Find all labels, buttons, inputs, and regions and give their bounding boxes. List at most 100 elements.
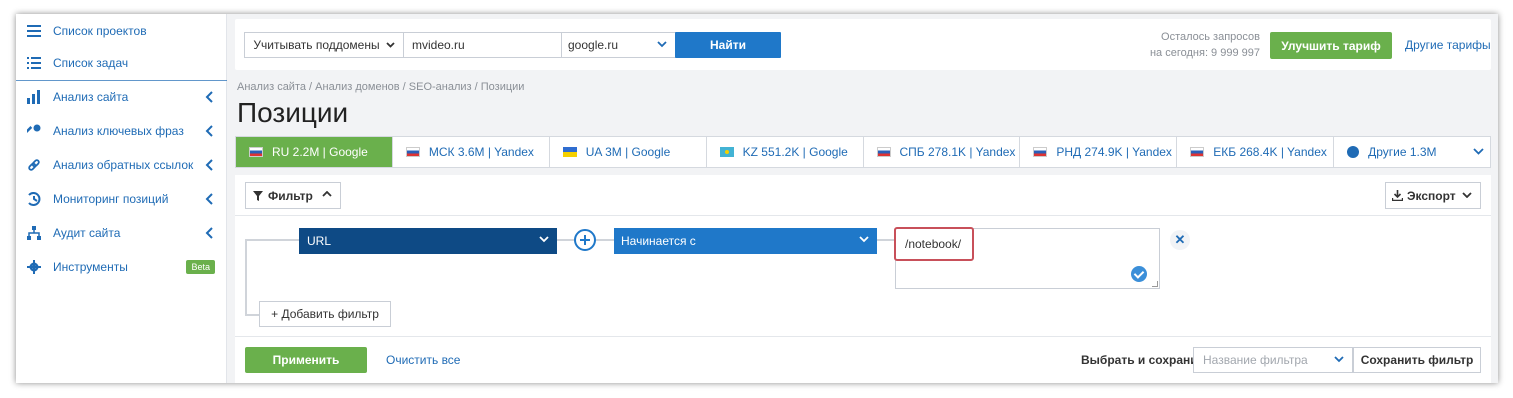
gear-icon xyxy=(26,259,42,275)
tab-rnd-yandex[interactable]: РНД 274.9K | Yandex xyxy=(1020,137,1178,167)
resize-handle[interactable] xyxy=(1152,281,1158,287)
tab-label: ЕКБ 268.4K | Yandex xyxy=(1213,145,1327,159)
filter-value-text: /notebook/ xyxy=(905,237,962,251)
sidebar-item-site-analysis[interactable]: Анализ сайта xyxy=(16,80,227,114)
connector-line xyxy=(596,239,614,241)
link-icon xyxy=(26,157,42,173)
chart-icon xyxy=(26,89,42,105)
sidebar: Список проектов Список задач Анализ сайт… xyxy=(16,14,227,383)
upgrade-plan-button[interactable]: Улучшить тариф xyxy=(1270,32,1392,59)
filter-field-select[interactable]: URL xyxy=(299,228,557,254)
russia-flag-icon xyxy=(1033,147,1048,157)
tab-label: KZ 551.2K | Google xyxy=(742,145,848,159)
globe-icon xyxy=(1347,146,1360,158)
search-engine-select[interactable]: google.ru xyxy=(561,32,676,58)
tab-label: РНД 274.9K | Yandex xyxy=(1056,145,1172,159)
sidebar-item-label: Анализ сайта xyxy=(53,90,129,104)
find-button[interactable]: Найти xyxy=(675,32,781,58)
subdomains-dropdown[interactable]: Учитывать поддомены xyxy=(244,32,404,58)
sidebar-item-tasks[interactable]: Список задач xyxy=(16,46,227,80)
sidebar-item-label: Аудит сайта xyxy=(53,226,121,240)
tab-ekb-yandex[interactable]: ЕКБ 268.4K | Yandex xyxy=(1177,137,1335,167)
funnel-icon xyxy=(253,190,263,201)
filter-operator-value: Начинается с xyxy=(621,234,696,248)
chevron-down-icon xyxy=(859,236,869,243)
chevron-left-icon xyxy=(205,91,213,103)
clear-all-link[interactable]: Очистить все xyxy=(386,353,460,367)
russia-flag-icon xyxy=(876,147,891,157)
chevron-up-icon xyxy=(322,191,332,197)
subdomains-label: Учитывать поддомены xyxy=(253,38,380,52)
requests-quota: Осталось запросов на сегодня: 9 999 997 xyxy=(1140,29,1260,61)
key-icon xyxy=(26,123,42,139)
sidebar-item-label: Анализ обратных ссылок xyxy=(53,158,194,172)
sitemap-icon xyxy=(26,225,42,241)
chevron-down-icon xyxy=(1462,192,1472,198)
chevron-left-icon xyxy=(205,193,213,205)
domain-input[interactable]: mvideo.ru xyxy=(403,32,562,58)
tab-spb-yandex[interactable]: СПБ 278.1K | Yandex xyxy=(864,137,1021,167)
sidebar-item-label: Инструменты xyxy=(53,260,128,274)
chevron-left-icon xyxy=(205,227,213,239)
sidebar-item-audit[interactable]: Аудит сайта xyxy=(16,216,227,250)
other-tariffs-link[interactable]: Другие тарифы xyxy=(1405,38,1491,52)
russia-flag-icon xyxy=(1190,147,1205,157)
export-button[interactable]: Экспорт xyxy=(1385,182,1481,209)
tab-label: Другие 1.3M xyxy=(1368,145,1437,159)
search-bar: Учитывать поддомены mvideo.ru google.ru … xyxy=(235,19,1491,70)
save-filter-button[interactable]: Сохранить фильтр xyxy=(1353,347,1481,373)
sidebar-item-keywords[interactable]: Анализ ключевых фраз xyxy=(16,114,227,148)
close-icon[interactable]: ✕ xyxy=(1170,230,1190,250)
tab-label: СПБ 278.1K | Yandex xyxy=(899,145,1016,159)
chevron-left-icon xyxy=(205,125,213,137)
region-tabs: RU 2.2M | Google МСК 3.6M | Yandex UA 3M… xyxy=(235,136,1491,168)
russia-flag-icon xyxy=(405,147,420,157)
apply-button[interactable]: Применить xyxy=(245,347,367,373)
sidebar-item-label: Список задач xyxy=(53,56,129,70)
chevron-left-icon xyxy=(205,159,213,171)
filter-field-value: URL xyxy=(307,234,332,248)
kazakhstan-flag-icon xyxy=(719,147,734,157)
filter-panel: Фильтр Экспорт URL Начинается с /noteboo… xyxy=(235,175,1491,383)
monitor-icon xyxy=(26,191,42,207)
sidebar-item-projects[interactable]: Список проектов xyxy=(16,14,227,48)
tab-ru-google[interactable]: RU 2.2M | Google xyxy=(236,137,393,167)
filter-name-select[interactable]: Название фильтра xyxy=(1193,347,1353,373)
tab-label: RU 2.2M | Google xyxy=(272,145,368,159)
tab-label: МСК 3.6M | Yandex xyxy=(428,145,534,159)
chevron-down-icon xyxy=(1473,148,1484,155)
filter-tree-line xyxy=(245,239,247,316)
tab-msk-yandex[interactable]: МСК 3.6M | Yandex xyxy=(393,137,550,167)
app-frame: Список проектов Список задач Анализ сайт… xyxy=(16,14,1498,383)
chevron-down-icon xyxy=(1334,356,1344,363)
breadcrumb: Анализ сайта / Анализ доменов / SEO-анал… xyxy=(237,81,525,93)
sidebar-item-label: Анализ ключевых фраз xyxy=(53,124,184,138)
sidebar-item-monitoring[interactable]: Мониторинг позиций xyxy=(16,182,227,216)
divider xyxy=(235,215,1491,216)
connector-line xyxy=(557,239,574,241)
page-title: Позиции xyxy=(237,97,349,128)
sidebar-item-backlinks[interactable]: Анализ обратных ссылок xyxy=(16,148,227,182)
sidebar-item-label: Список проектов xyxy=(53,24,147,38)
tab-other-regions[interactable]: Другие 1.3M xyxy=(1334,137,1490,167)
tab-label: UA 3M | Google xyxy=(585,145,671,159)
tab-ua-google[interactable]: UA 3M | Google xyxy=(550,137,707,167)
filter-operator-select[interactable]: Начинается с xyxy=(614,228,877,254)
tab-kz-google[interactable]: KZ 551.2K | Google xyxy=(707,137,864,167)
chevron-down-icon xyxy=(657,41,667,48)
chevron-down-icon xyxy=(539,236,549,243)
filter-tree-line xyxy=(245,314,259,316)
list-icon xyxy=(26,55,42,71)
export-label: Экспорт xyxy=(1407,188,1456,203)
menu-icon xyxy=(26,23,42,39)
sidebar-item-tools[interactable]: Инструменты Beta xyxy=(16,250,227,284)
choose-save-label: Выбрать и сохранить xyxy=(1081,353,1211,367)
add-condition-icon[interactable] xyxy=(574,229,596,251)
quota-line-1: Осталось запросов xyxy=(1161,31,1260,43)
filter-toggle-button[interactable]: Фильтр xyxy=(245,182,341,209)
check-icon[interactable] xyxy=(1131,266,1147,282)
filter-value-textarea[interactable]: /notebook/ xyxy=(894,227,1160,289)
ukraine-flag-icon xyxy=(562,147,577,157)
add-filter-button[interactable]: + Добавить фильтр xyxy=(259,301,391,327)
sidebar-item-label: Мониторинг позиций xyxy=(53,192,169,206)
